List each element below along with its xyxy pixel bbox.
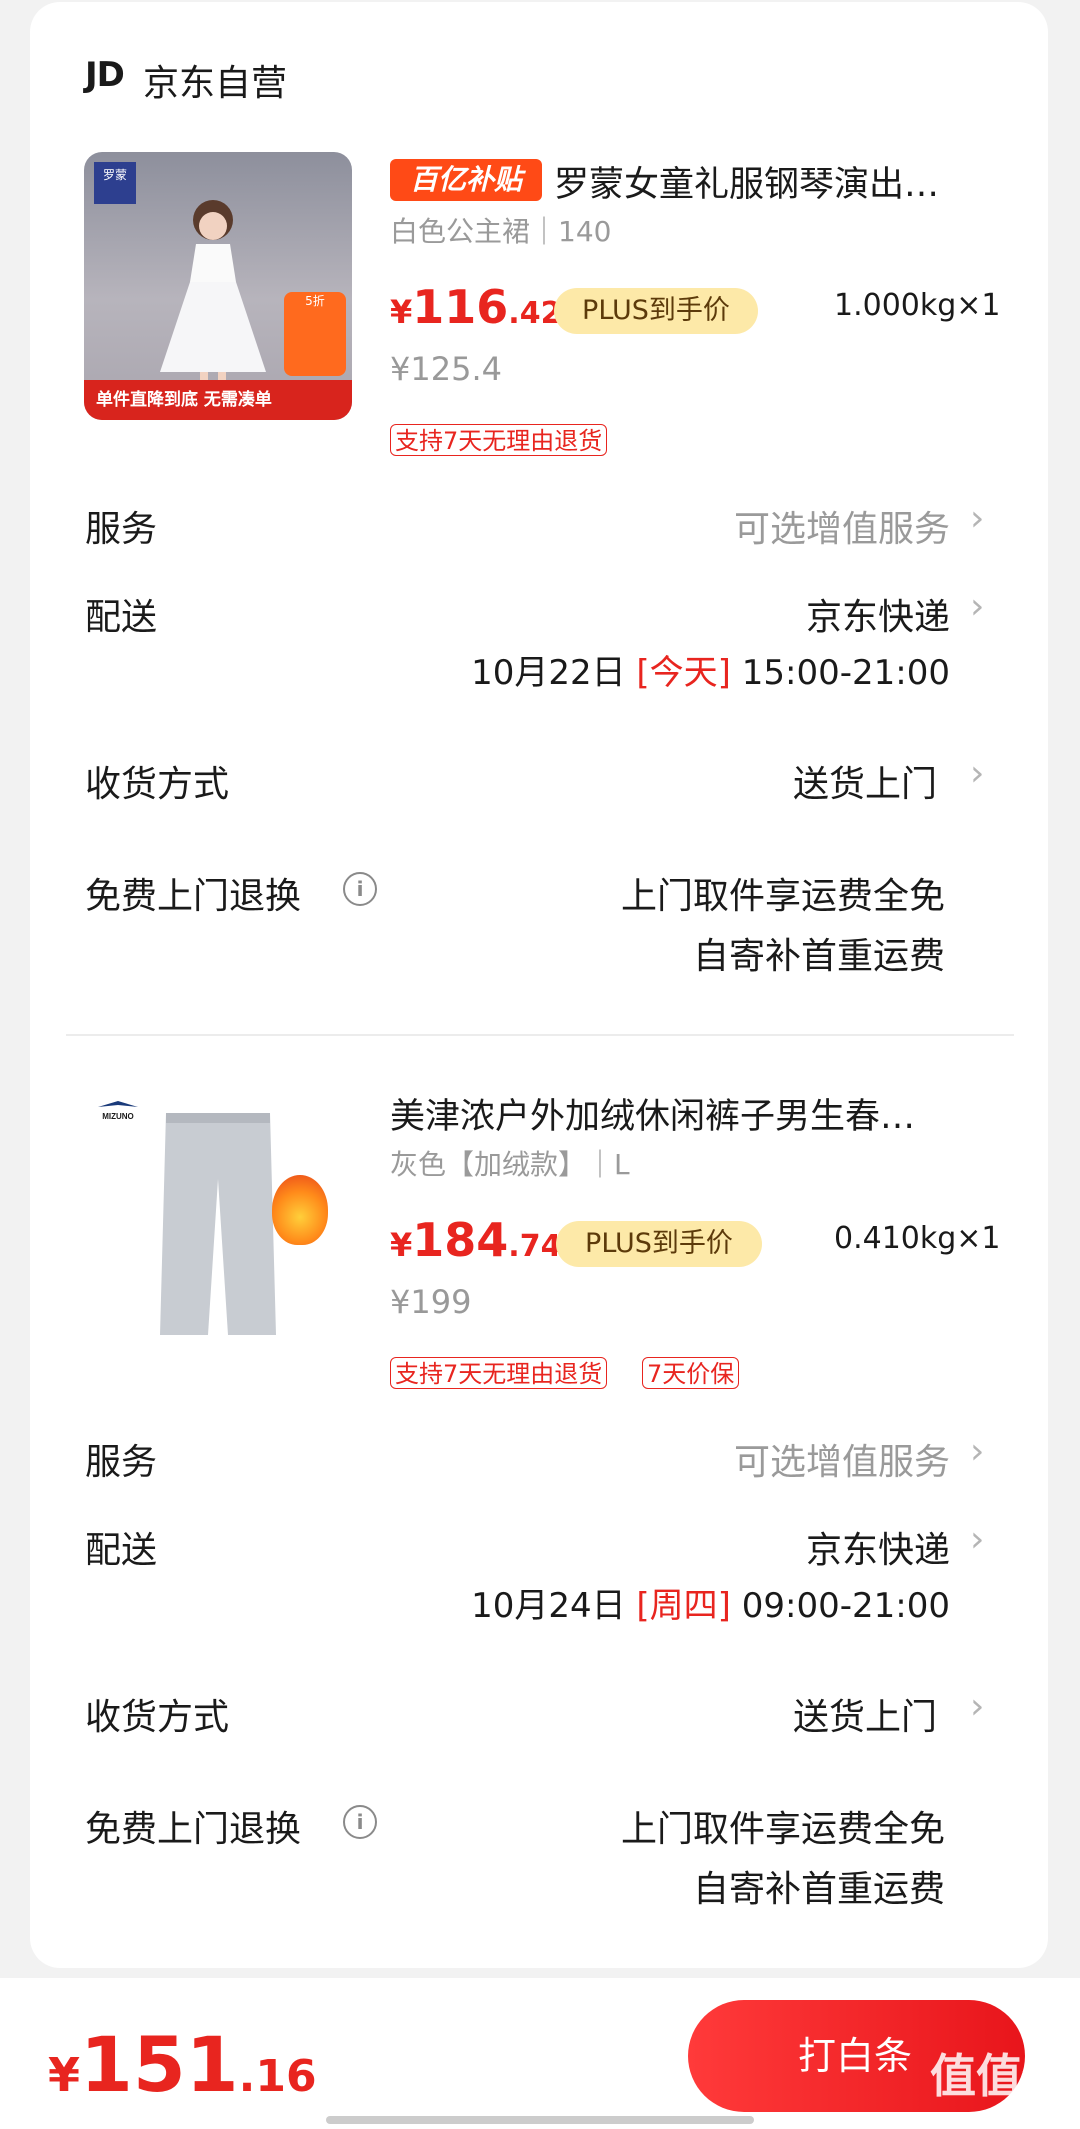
product-title[interactable]: 美津浓户外加绒休闲裤子男生春… [390, 1088, 994, 1139]
free-return-line1: 上门取件享运费全免 [620, 1809, 945, 1850]
product-spec[interactable]: 灰色【加绒款】｜L [390, 1143, 630, 1183]
original-price: ¥125.4 [390, 350, 502, 388]
free-return-line2: 自寄补首重运费 [692, 936, 945, 977]
delivery-label: 配送 [85, 1530, 158, 1571]
svg-text:MIZUNO: MIZUNO [102, 1112, 134, 1121]
order-total: ¥151.16 [48, 2020, 317, 2109]
free-return-label: 免费上门退换 [85, 876, 302, 917]
plus-price: ¥184.74 [390, 1213, 562, 1267]
item-divider [66, 1034, 1014, 1036]
product-title[interactable]: 罗蒙女童礼服钢琴演出… [554, 156, 994, 207]
delivery-label: 配送 [85, 597, 158, 638]
watermark: 值值值 [930, 2049, 1068, 2103]
product-image-pants[interactable]: MIZUNO [84, 1085, 352, 1353]
receive-method-label: 收货方式 [85, 764, 230, 805]
shop-name: 京东自营 [143, 63, 288, 104]
subsidy-badge: 百亿补贴 [390, 159, 542, 201]
delivery-value[interactable]: 京东快递 [806, 588, 950, 640]
delivery-time[interactable]: 10月24日 [周四] 09:00-21:00 [471, 1578, 950, 1627]
home-indicator[interactable] [326, 2116, 754, 2124]
promo-sticker: 5折 [284, 292, 346, 376]
pants-illustration [160, 1113, 276, 1335]
mizuno-logo: MIZUNO [98, 1101, 138, 1121]
item-weight-qty: 0.410kg×1 [834, 1221, 1001, 1256]
free-return-label: 免费上门退换 [85, 1809, 302, 1850]
product-image-dress[interactable]: 罗蒙 5折 单件直降到底 无需凑单 [84, 152, 352, 420]
product-spec[interactable]: 白色公主裙｜140 [390, 210, 611, 250]
chevron-right-icon[interactable]: › [970, 1431, 984, 1472]
service-value[interactable]: 可选增值服务 [734, 500, 950, 552]
free-return-line2: 自寄补首重运费 [692, 1869, 945, 1910]
service-label: 服务 [85, 509, 158, 550]
delivery-value[interactable]: 京东快递 [806, 1521, 950, 1573]
receive-method-label: 收货方式 [85, 1697, 230, 1738]
original-price: ¥199 [390, 1283, 472, 1321]
return-policy-tag: 支持7天无理由退货 [390, 1357, 608, 1389]
jd-logo: JD [85, 55, 125, 95]
free-return-line1: 上门取件享运费全免 [620, 876, 945, 917]
service-value[interactable]: 可选增值服务 [734, 1433, 950, 1485]
item-weight-qty: 1.000kg×1 [834, 288, 1001, 323]
info-icon[interactable]: i [343, 872, 377, 906]
promo-banner: 单件直降到底 无需凑单 [84, 380, 352, 420]
brand-logo: 罗蒙 [94, 162, 136, 204]
plus-price-badge: PLUS到手价 [554, 288, 758, 334]
chevron-right-icon[interactable]: › [970, 586, 984, 627]
receive-method-value[interactable]: 送货上门 [793, 1688, 937, 1740]
price-protect-tag: 7天价保 [642, 1357, 740, 1389]
delivery-time[interactable]: 10月22日 [今天] 15:00-21:00 [471, 645, 950, 694]
plus-price-badge: PLUS到手价 [556, 1221, 762, 1267]
dress-illustration [160, 200, 266, 398]
plus-price: ¥116.42 [390, 280, 562, 334]
receive-method-value[interactable]: 送货上门 [793, 755, 937, 807]
service-label: 服务 [85, 1442, 158, 1483]
chevron-right-icon[interactable]: › [970, 498, 984, 539]
fleece-flame-badge [272, 1175, 328, 1245]
chevron-right-icon[interactable]: › [970, 1686, 984, 1727]
chevron-right-icon[interactable]: › [970, 753, 984, 794]
chevron-right-icon[interactable]: › [970, 1519, 984, 1560]
return-policy-tag: 支持7天无理由退货 [390, 424, 608, 456]
info-icon[interactable]: i [343, 1805, 377, 1839]
